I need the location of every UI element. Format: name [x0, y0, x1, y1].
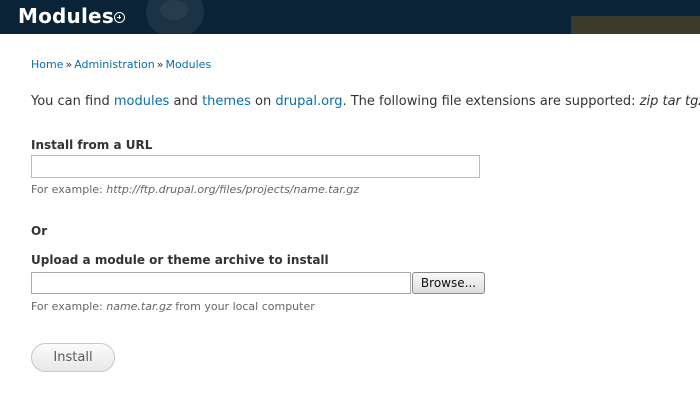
breadcrumb: Home» Administration» Modules: [31, 58, 211, 71]
intro-text-part: You can find: [31, 94, 114, 109]
breadcrumb-administration-link[interactable]: Administration: [74, 58, 155, 71]
upload-description: For example: name.tar.gz from your local…: [31, 300, 315, 313]
description-example: http://ftp.drupal.org/files/projects/nam…: [106, 183, 360, 196]
upload-label: Upload a module or theme archive to inst…: [31, 253, 329, 267]
breadcrumb-separator: »: [156, 58, 164, 71]
description-prefix: For example:: [31, 183, 107, 196]
page-header: Modules: [0, 0, 700, 34]
description-prefix: For example:: [31, 300, 107, 313]
intro-text: You can find modules and themes on drupa…: [31, 94, 700, 109]
themes-link[interactable]: themes: [202, 94, 251, 109]
intro-text-part: . The following file extensions are supp…: [342, 94, 640, 109]
modules-link[interactable]: modules: [114, 94, 170, 109]
install-url-input[interactable]: [31, 155, 480, 178]
breadcrumb-separator: »: [65, 58, 73, 71]
description-example: name.tar.gz: [106, 300, 172, 313]
breadcrumb-home-link[interactable]: Home: [31, 58, 63, 71]
or-label: Or: [31, 224, 48, 238]
intro-text-part: on: [250, 94, 276, 109]
add-shortcut-icon[interactable]: [114, 12, 125, 23]
supported-extensions: zip tar tgz g: [639, 94, 700, 109]
install-url-label: Install from a URL: [31, 138, 153, 152]
install-button[interactable]: Install: [31, 343, 115, 372]
install-url-description: For example: http://ftp.drupal.org/files…: [31, 183, 359, 196]
browse-button[interactable]: Browse...: [412, 272, 485, 294]
intro-text-part: and: [169, 94, 203, 109]
description-suffix: from your local computer: [171, 300, 315, 313]
breadcrumb-modules-link[interactable]: Modules: [165, 58, 211, 71]
drupal-org-link[interactable]: drupal.org: [275, 94, 342, 109]
upload-file-field[interactable]: [31, 272, 411, 294]
drupal-logo-watermark-highlight: [160, 0, 188, 20]
page-title: Modules: [18, 4, 114, 28]
header-shade: [571, 16, 700, 34]
